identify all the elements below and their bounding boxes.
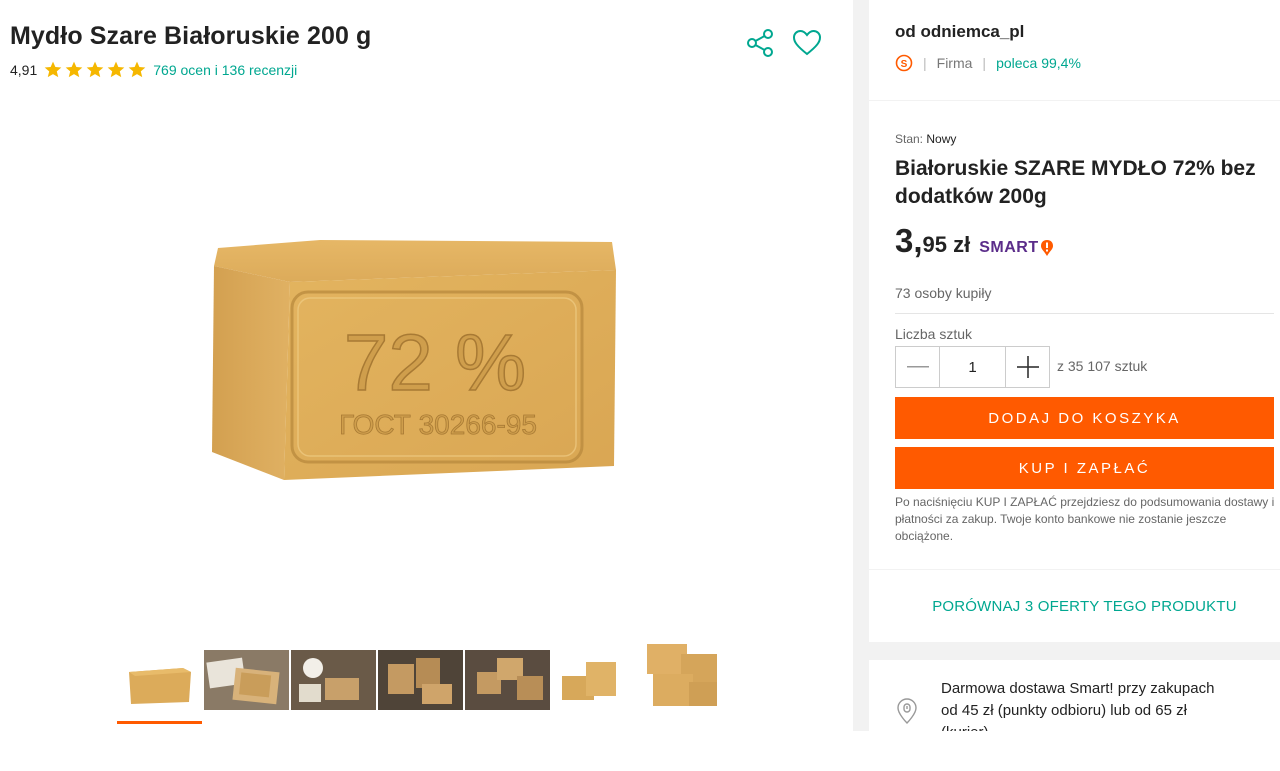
compare-offers-link[interactable]: PORÓWNAJ 3 OFERTY TEGO PRODUKTU [932,598,1237,615]
offer-card: Stan: Nowy Białoruskie SZARE MYDŁO 72% b… [869,101,1280,569]
star-icon [107,61,125,78]
product-main-image[interactable]: 72 % ГОСТ 30266-95 [200,230,630,490]
compare-card: PORÓWNAJ 3 OFERTY TEGO PRODUKTU [869,570,1280,642]
smart-exclamation-icon [1040,240,1053,256]
buy-now-button[interactable]: KUP I ZAPŁAĆ [895,447,1274,489]
quantity-label: Liczba sztuk [895,326,973,342]
share-button[interactable] [744,28,776,58]
svg-text:S: S [901,59,908,70]
decrement-button[interactable] [896,347,939,387]
seller-name[interactable]: od odniemca_pl [895,22,1024,42]
bottom-mask-right [869,731,1280,771]
reviews-link[interactable]: 769 ocen i 136 recenzji [153,62,297,78]
quantity-stepper [895,346,1050,388]
divider [895,313,1274,314]
offer-title: Białoruskie SZARE MYDŁO 72% bez dodatków… [895,157,1256,208]
stamp-gost: ГОСТ 30266-95 [339,409,537,440]
star-icon [65,61,83,78]
thumbnail-3[interactable] [291,650,376,710]
price: 3, 95 zł SMART [895,222,1054,260]
rating-value: 4,91 [10,61,38,78]
thumbnail-5[interactable] [465,650,550,710]
thumbnail-1[interactable] [117,650,202,724]
condition-label: Stan: [895,132,924,146]
bought-count: 73 osoby kupiły [895,285,992,301]
stamp-percent: 72 % [344,318,526,407]
share-icon [747,29,773,57]
seller-type: Firma [936,55,973,71]
thumbnail-4[interactable] [378,650,463,710]
location-pin-icon [897,698,917,724]
smart-label: SMART [979,239,1039,256]
seller-card: od odniemca_pl S | Firma | poleca 99,4% [869,0,1280,100]
price-integer: 3, [895,222,923,259]
quantity-input[interactable] [939,347,1006,387]
buy-note: Po naciśnięciu KUP I ZAPŁAĆ przejdziesz … [895,495,1275,543]
super-seller-icon: S [895,54,913,72]
quantity-available: z 35 107 sztuk [1057,358,1148,374]
thumbnail-strip [117,640,726,724]
price-fraction: 95 zł [922,232,971,257]
condition-value: Nowy [926,132,957,146]
bottom-mask-left [0,731,869,771]
thumbnail-6[interactable] [552,650,637,710]
seller-recommends[interactable]: poleca 99,4% [996,55,1081,71]
heart-icon [792,29,822,56]
star-icon [86,61,104,78]
star-icon [44,61,62,78]
column-gutter [853,0,869,771]
star-icon [128,61,146,78]
product-gallery-section: Mydło Szare Białoruskie 200 g 4,91 769 o… [0,0,853,771]
minus-icon [906,366,929,368]
seller-meta: S | Firma | poleca 99,4% [895,54,1081,72]
increment-button[interactable] [1006,347,1049,387]
separator: | [982,55,987,71]
thumbnail-2[interactable] [204,650,289,710]
favorite-button[interactable] [791,28,823,58]
plus-icon [1016,356,1039,378]
product-page: Mydło Szare Białoruskie 200 g 4,91 769 o… [0,0,1280,771]
rating-row: 4,91 769 ocen i 136 recenzji [10,60,297,79]
condition: Stan: Nowy [895,132,956,146]
offer-sidebar: od odniemca_pl S | Firma | poleca 99,4% … [869,0,1280,771]
soap-bar-image: 72 % ГОСТ 30266-95 [212,240,616,480]
separator: | [923,55,927,71]
thumbnail-7[interactable] [639,640,724,710]
add-to-cart-button[interactable]: DODAJ DO KOSZYKA [895,397,1274,439]
smart-badge: SMART [979,239,1053,257]
rating-stars [43,60,147,79]
product-title: Mydło Szare Białoruskie 200 g [10,22,372,50]
